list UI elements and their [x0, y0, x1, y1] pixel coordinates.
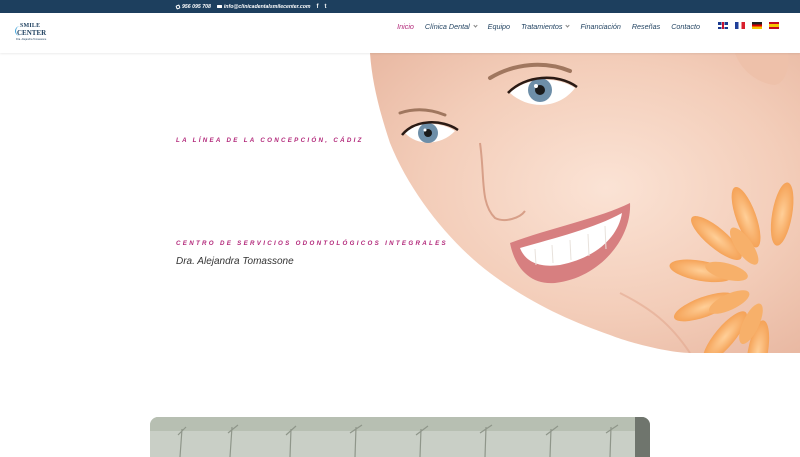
email-contact[interactable]: info@clinicadentalsmilecenter.com — [216, 3, 311, 10]
logo-line2: CENTER — [17, 29, 47, 37]
nav-item-inicio[interactable]: Inicio — [397, 22, 414, 31]
main-nav: Inicio Clínica Dental Equipo Tratamiento… — [397, 13, 700, 39]
france-flag-icon[interactable] — [735, 22, 745, 29]
hero-location-tagline: LA LÍNEA DE LA CONCEPCIÓN, CÁDIZ — [176, 137, 364, 144]
hero-smiling-woman-image — [370, 53, 800, 353]
hero-section: LA LÍNEA DE LA CONCEPCIÓN, CÁDIZ CENTRO … — [0, 53, 800, 353]
hero-doctor-name: Dra. Alejandra Tomassone — [176, 256, 294, 267]
nav-item-equipo[interactable]: Equipo — [488, 22, 510, 31]
chevron-down-icon — [565, 22, 571, 28]
nav-item-clinica-dental[interactable]: Clínica Dental — [425, 22, 478, 31]
hero-services-tagline: CENTRO DE SERVICIOS ODONTOLÓGICOS INTEGR… — [176, 240, 448, 247]
nav-item-contacto[interactable]: Contacto — [671, 22, 700, 31]
logo-line3: Dra. Alejandra Tomassone — [16, 38, 47, 41]
uk-flag-icon[interactable] — [718, 22, 728, 29]
email-address: info@clinicadentalsmilecenter.com — [223, 3, 311, 10]
phone-number: 956 095 708 — [182, 3, 211, 10]
nav-item-financiacion[interactable]: Financiación — [580, 22, 620, 31]
site-header: SMILE CENTER Dra. Alejandra Tomassone In… — [0, 13, 800, 53]
phone-icon — [175, 3, 181, 10]
twitter-icon[interactable]: t — [325, 4, 327, 10]
spain-flag-icon[interactable] — [769, 22, 779, 29]
language-switcher — [718, 22, 779, 29]
phone-contact[interactable]: 956 095 708 — [175, 3, 211, 10]
chevron-down-icon — [473, 22, 478, 28]
facebook-icon[interactable]: f — [317, 4, 319, 10]
site-logo[interactable]: SMILE CENTER Dra. Alejandra Tomassone — [15, 23, 51, 45]
nav-item-resenas[interactable]: Reseñas — [632, 22, 660, 31]
clinic-photo-banner — [150, 417, 650, 457]
germany-flag-icon[interactable] — [752, 22, 762, 29]
mail-icon — [216, 4, 222, 9]
top-info-bar: 956 095 708 info@clinicadentalsmilecente… — [0, 0, 800, 13]
nav-item-tratamientos[interactable]: Tratamientos — [521, 22, 571, 31]
